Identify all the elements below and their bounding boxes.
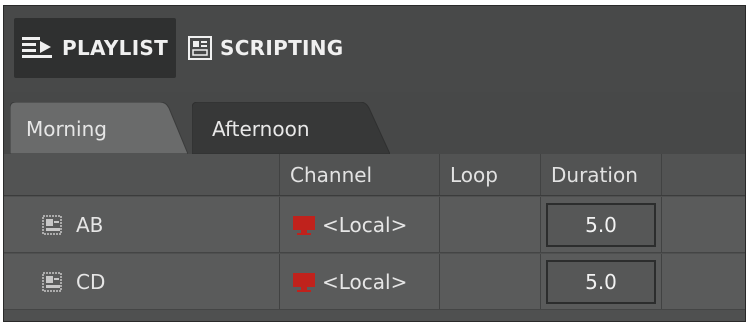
channel-cell[interactable]: <Local> — [280, 197, 440, 252]
scripting-button[interactable]: SCRIPTING — [180, 18, 352, 78]
loop-cell[interactable] — [440, 197, 541, 252]
column-header-name[interactable] — [4, 154, 280, 195]
item-name: AB — [76, 212, 104, 237]
tab-afternoon-label: Afternoon — [212, 117, 310, 141]
table-row[interactable]: AB <Local> 5.0 — [4, 197, 745, 253]
column-header-channel[interactable]: Channel — [280, 154, 440, 195]
playlist-label: PLAYLIST — [62, 36, 169, 60]
duration-input[interactable]: 5.0 — [546, 260, 656, 304]
tab-afternoon[interactable]: Afternoon — [192, 102, 390, 154]
duration-cell[interactable]: 5.0 — [541, 197, 662, 252]
column-header-extra — [662, 154, 745, 195]
image-item-icon — [42, 214, 64, 236]
extra-cell — [662, 254, 745, 309]
toolbar: PLAYLIST SCRIPTING — [4, 6, 745, 92]
channel-value: <Local> — [322, 212, 408, 237]
playlist-icon — [22, 36, 54, 60]
loop-cell[interactable] — [440, 254, 541, 309]
table-header: Channel Loop Duration — [4, 154, 745, 196]
monitor-icon — [292, 214, 316, 236]
playlist-table: Channel Loop Duration AB <Local> 5.0 CD … — [4, 154, 745, 321]
name-cell[interactable]: AB — [4, 197, 280, 252]
duration-input[interactable]: 5.0 — [546, 203, 656, 247]
scripting-icon — [188, 36, 212, 60]
playlist-panel: PLAYLIST SCRIPTING Morning Afternoon Cha… — [3, 5, 746, 322]
item-name: CD — [76, 269, 106, 294]
tab-morning-label: Morning — [26, 117, 107, 141]
image-item-icon — [42, 271, 64, 293]
table-row[interactable]: CD <Local> 5.0 — [4, 254, 745, 310]
name-cell[interactable]: CD — [4, 254, 280, 309]
scripting-label: SCRIPTING — [220, 36, 344, 60]
column-header-loop[interactable]: Loop — [440, 154, 541, 195]
playlist-button[interactable]: PLAYLIST — [14, 18, 176, 78]
channel-cell[interactable]: <Local> — [280, 254, 440, 309]
column-header-duration[interactable]: Duration — [541, 154, 662, 195]
monitor-icon — [292, 271, 316, 293]
duration-cell[interactable]: 5.0 — [541, 254, 662, 309]
tab-morning[interactable]: Morning — [10, 102, 188, 154]
extra-cell — [662, 197, 745, 252]
tab-bar: Morning Afternoon — [4, 92, 745, 154]
channel-value: <Local> — [322, 269, 408, 294]
